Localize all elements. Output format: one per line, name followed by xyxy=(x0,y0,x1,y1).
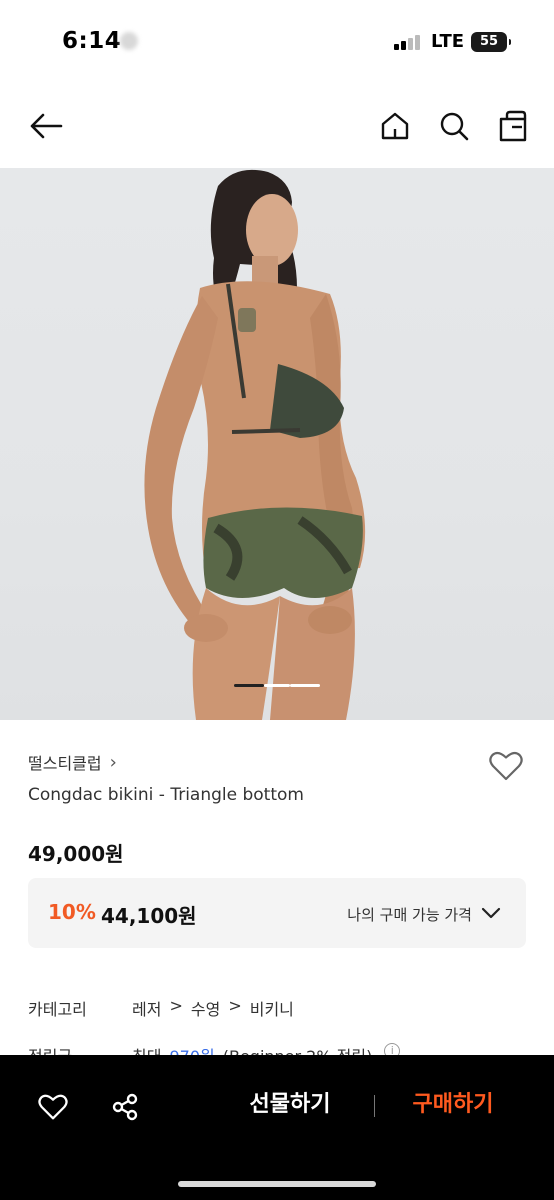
category-separator: > xyxy=(169,996,183,1015)
battery-icon: 55 xyxy=(471,32,511,52)
discount-price: 44,100원 xyxy=(101,904,197,928)
product-photo xyxy=(144,169,366,720)
status-time: 6:14 xyxy=(62,28,122,54)
signal-icon xyxy=(394,34,424,50)
product-image-gallery[interactable] xyxy=(0,168,554,720)
original-price: 49,000원 xyxy=(28,842,124,866)
brand-link[interactable]: 떨스티클럽 › xyxy=(28,750,117,774)
product-name: Congdac bikini - Triangle bottom xyxy=(28,785,304,805)
pagination-dot xyxy=(264,684,290,687)
category-breadcrumb: 레저 > 수영 > 비키니 xyxy=(132,996,294,1020)
wishlist-button[interactable] xyxy=(486,746,526,786)
search-button[interactable] xyxy=(434,106,474,146)
category-label: 카테고리 xyxy=(28,1000,87,1019)
heart-icon xyxy=(38,1094,68,1120)
home-button[interactable] xyxy=(375,106,415,146)
share-icon xyxy=(112,1093,138,1121)
buy-button[interactable]: 구매하기 xyxy=(396,1085,510,1125)
brand-name: 떨스티클럽 xyxy=(28,754,102,773)
search-icon xyxy=(440,112,469,141)
button-divider xyxy=(374,1095,375,1117)
my-price-box[interactable]: 10% 44,100원 나의 구매 가능 가격 xyxy=(28,878,526,948)
category-item[interactable]: 수영 xyxy=(191,996,220,1020)
category-separator: > xyxy=(228,996,242,1015)
pagination-dot xyxy=(290,684,320,687)
bottom-action-bar: 선물하기 구매하기 xyxy=(0,1055,554,1200)
heart-icon xyxy=(489,751,523,781)
status-indicator-icon xyxy=(120,32,138,50)
back-button[interactable] xyxy=(26,106,66,146)
my-price-label: 나의 구매 가능 가격 xyxy=(347,906,472,924)
discount-rate: 10% xyxy=(48,900,96,924)
chevron-right-icon: › xyxy=(109,751,117,773)
home-icon xyxy=(381,112,409,140)
bottom-wishlist-button[interactable] xyxy=(33,1087,73,1127)
cart-button[interactable] xyxy=(493,106,533,146)
gallery-pagination xyxy=(234,684,324,688)
category-item[interactable]: 비키니 xyxy=(250,996,294,1020)
share-button[interactable] xyxy=(105,1087,145,1127)
top-navigation xyxy=(0,84,554,168)
gift-button[interactable]: 선물하기 xyxy=(230,1085,350,1125)
network-type: LTE xyxy=(431,31,465,52)
chevron-down-icon xyxy=(481,907,501,919)
home-indicator xyxy=(178,1181,376,1187)
status-bar: 6:14 LTE 55 xyxy=(0,0,554,84)
pagination-dot-active xyxy=(234,684,264,687)
arrow-left-icon xyxy=(30,113,63,139)
category-item[interactable]: 레저 xyxy=(132,996,161,1020)
shopping-bag-icon xyxy=(499,110,527,142)
